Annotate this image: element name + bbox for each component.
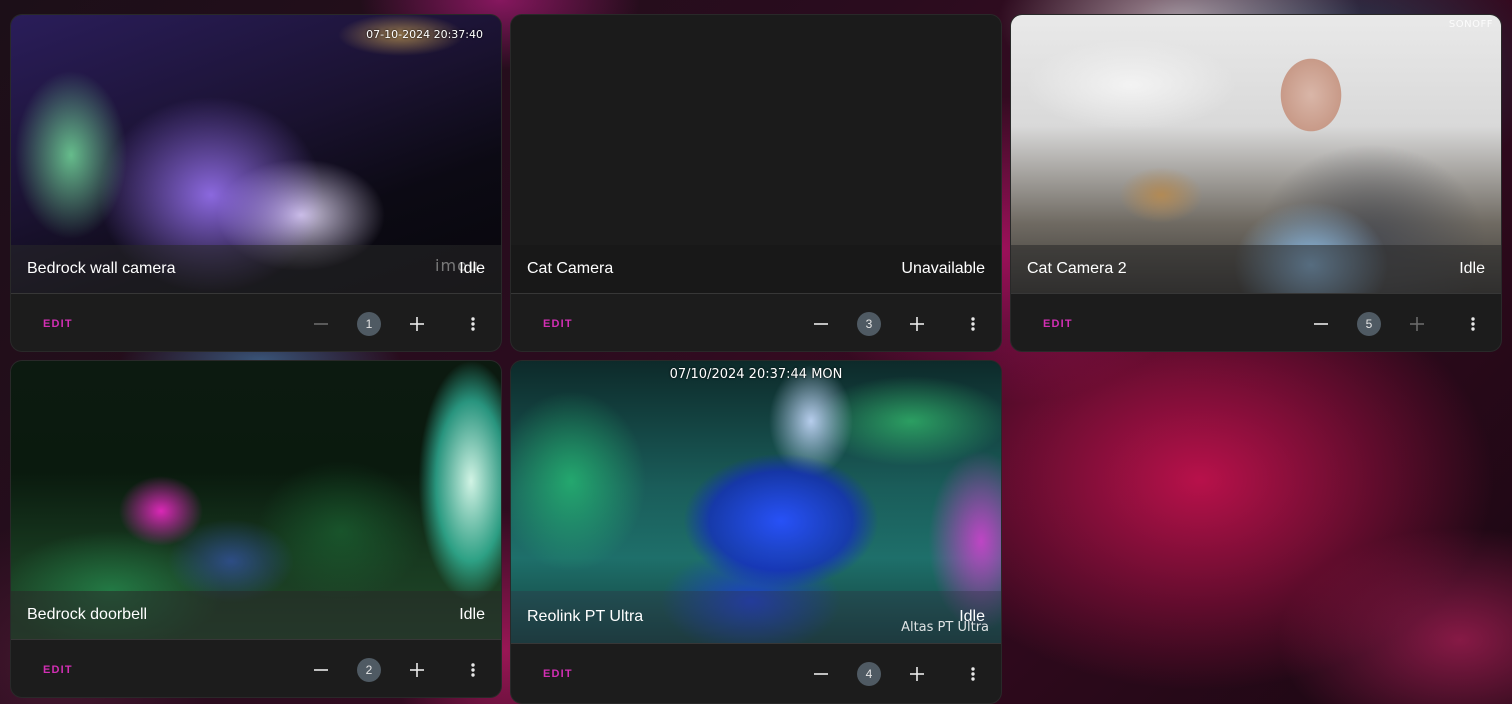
brand-logo: SONOFF (1448, 19, 1493, 30)
camera-state: Idle (1459, 260, 1485, 277)
minus-icon[interactable] (809, 662, 833, 686)
plus-icon[interactable] (405, 658, 429, 682)
order-badge: 3 (857, 311, 881, 336)
minus-icon[interactable] (1309, 312, 1333, 336)
camera-overlay: Cat Camera Unavailable (511, 245, 1001, 293)
camera-overlay: Bedrock doorbell Idle (11, 591, 501, 639)
camera-overlay: Bedrock wall camera Idle (11, 245, 501, 293)
camera-state: Idle (459, 260, 485, 277)
order-badge: 2 (357, 657, 381, 682)
plus-icon[interactable] (1405, 312, 1429, 336)
minus-icon[interactable] (809, 312, 833, 336)
camera-feed[interactable]: SONOFF Cat Camera 2 Idle (1011, 15, 1501, 293)
camera-feed[interactable]: Cat Camera Unavailable (511, 15, 1001, 293)
order-badge: 4 (857, 661, 881, 686)
card-actions: EDIT 2 (11, 639, 501, 697)
camera-card-bedrock-wall: 07-10-2024 20:37:40 imou Bedrock wall ca… (10, 14, 502, 352)
camera-feed[interactable]: Bedrock doorbell Idle (11, 361, 501, 639)
order-badge: 1 (357, 311, 381, 336)
more-vertical-icon[interactable] (961, 312, 985, 336)
card-actions: EDIT 5 (1011, 293, 1501, 351)
card-actions: EDIT 4 (511, 643, 1001, 703)
camera-name: Bedrock doorbell (27, 606, 148, 623)
camera-name: Cat Camera 2 (1027, 260, 1127, 277)
card-actions: EDIT 3 (511, 293, 1001, 351)
camera-overlay: Reolink PT Ultra Idle (511, 591, 1001, 643)
minus-icon[interactable] (309, 312, 333, 336)
camera-feed[interactable]: 07-10-2024 20:37:40 imou Bedrock wall ca… (11, 15, 501, 293)
order-badge: 5 (1357, 311, 1381, 336)
camera-timestamp: 07/10/2024 20:37:44 MON (669, 367, 843, 382)
more-vertical-icon[interactable] (961, 662, 985, 686)
camera-state: Unavailable (901, 260, 985, 277)
camera-card-cat-2: SONOFF Cat Camera 2 Idle EDIT 5 (1010, 14, 1502, 352)
plus-icon[interactable] (905, 662, 929, 686)
camera-overlay: Cat Camera 2 Idle (1011, 245, 1501, 293)
minus-icon[interactable] (309, 658, 333, 682)
camera-timestamp: 07-10-2024 20:37:40 (366, 28, 483, 41)
more-vertical-icon[interactable] (1461, 312, 1485, 336)
edit-button[interactable]: EDIT (43, 318, 73, 330)
camera-name: Bedrock wall camera (27, 260, 176, 277)
camera-card-cat: Cat Camera Unavailable EDIT 3 (510, 14, 1002, 352)
plus-icon[interactable] (905, 312, 929, 336)
camera-card-bedrock-doorbell: Bedrock doorbell Idle EDIT 2 (10, 360, 502, 698)
camera-name: Reolink PT Ultra (527, 608, 644, 625)
edit-button[interactable]: EDIT (43, 664, 73, 676)
edit-button[interactable]: EDIT (1043, 318, 1073, 330)
camera-feed[interactable]: 07/10/2024 20:37:44 MON Reolink PT Ultra… (511, 361, 1001, 643)
camera-name: Cat Camera (527, 260, 614, 277)
camera-state: Idle (459, 606, 485, 623)
more-vertical-icon[interactable] (461, 312, 485, 336)
edit-button[interactable]: EDIT (543, 668, 573, 680)
more-vertical-icon[interactable] (461, 658, 485, 682)
camera-watermark: Altas PT Ultra (901, 620, 989, 635)
card-actions: EDIT 1 (11, 293, 501, 351)
camera-card-reolink-pt-ultra: 07/10/2024 20:37:44 MON Reolink PT Ultra… (510, 360, 1002, 704)
edit-button[interactable]: EDIT (543, 318, 573, 330)
plus-icon[interactable] (405, 312, 429, 336)
